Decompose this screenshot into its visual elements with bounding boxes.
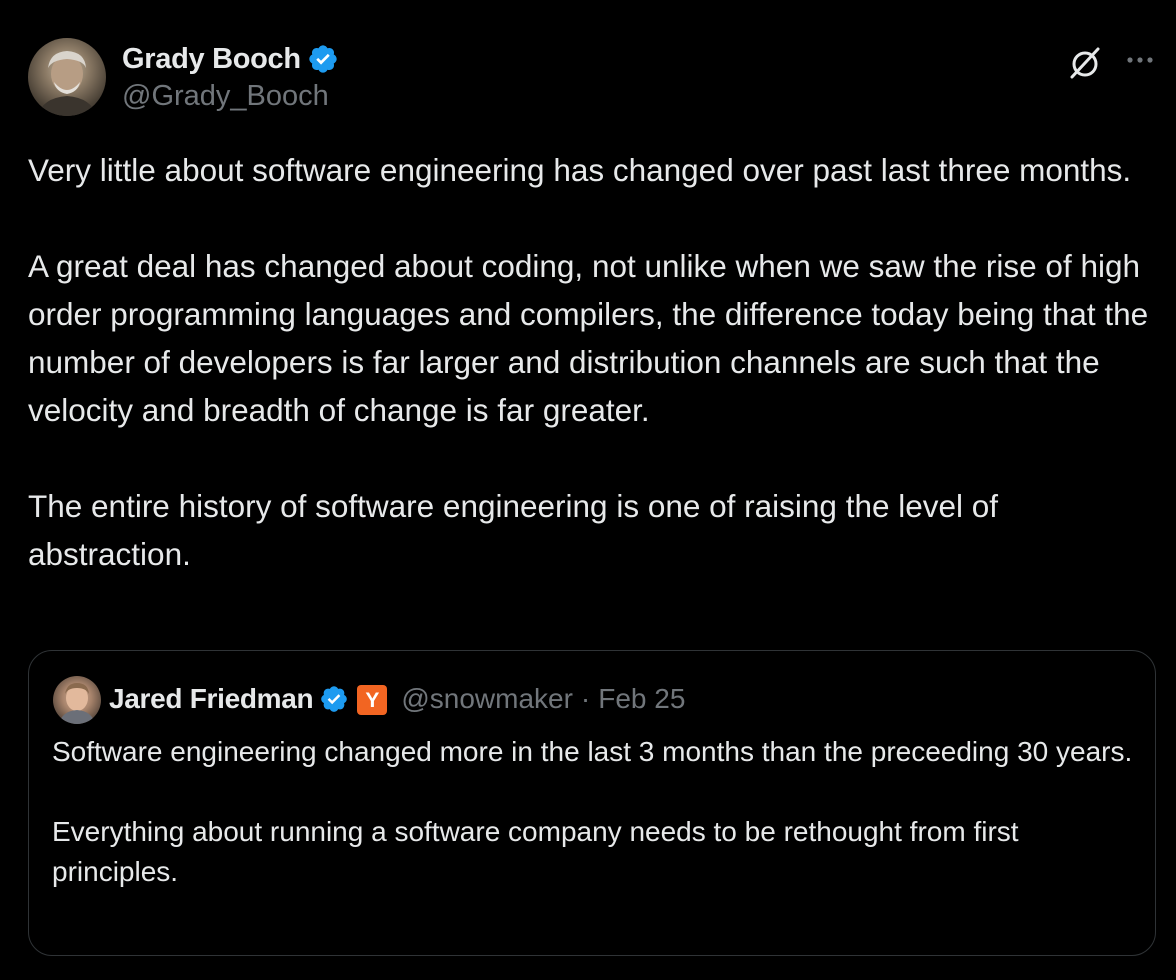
- avatar-photo-icon: [38, 51, 96, 116]
- tweet-paragraph: The entire history of software engineeri…: [28, 488, 999, 572]
- yc-badge-letter: Y: [365, 688, 380, 712]
- quoted-author-avatar[interactable]: [53, 676, 101, 724]
- quoted-tweet-text: Software engineering changed more in the…: [52, 732, 1142, 892]
- quoted-handle[interactable]: @snowmaker: [401, 683, 573, 715]
- y-combinator-badge-icon[interactable]: Y: [357, 685, 388, 715]
- verified-badge-icon[interactable]: [307, 43, 339, 75]
- author-display-name[interactable]: Grady Booch: [122, 43, 301, 76]
- grok-icon[interactable]: [1066, 44, 1104, 82]
- quoted-avatar-photo-icon: [59, 683, 95, 724]
- more-options-icon[interactable]: [1122, 46, 1158, 74]
- quoted-paragraph: Everything about running a software comp…: [52, 816, 1019, 887]
- author-handle[interactable]: @Grady_Booch: [122, 80, 329, 113]
- tweet-paragraph: A great deal has changed about coding, n…: [28, 248, 1149, 428]
- author-name-row: Grady Booch: [122, 40, 339, 78]
- quoted-display-name[interactable]: Jared Friedman: [109, 683, 314, 715]
- tweet-text: Very little about software engineering h…: [28, 146, 1153, 578]
- author-avatar[interactable]: [28, 38, 106, 116]
- tweet-paragraph: Very little about software engineering h…: [28, 152, 1132, 188]
- quoted-paragraph: Software engineering changed more in the…: [52, 736, 1133, 767]
- tweet: Grady Booch @Grady_Booch Very little abo…: [0, 0, 1176, 980]
- quoted-separator: ·: [580, 683, 591, 714]
- quoted-verified-badge-icon[interactable]: [319, 684, 349, 714]
- quoted-header: Jared Friedman Y @snowmaker · Feb 25: [109, 679, 685, 719]
- quoted-date[interactable]: Feb 25: [598, 683, 685, 715]
